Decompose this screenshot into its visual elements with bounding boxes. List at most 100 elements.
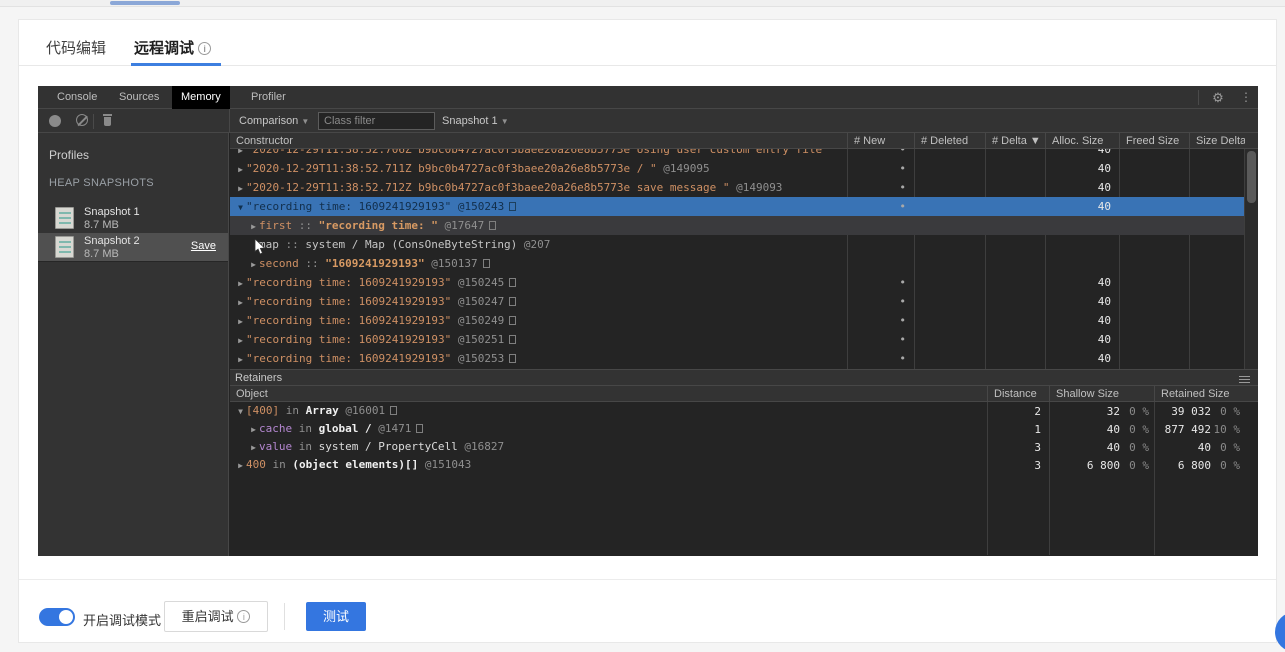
browser-top-strip <box>0 0 1285 7</box>
constructor-row[interactable]: ▶"recording time: 1609241929193" @150247… <box>230 292 1258 311</box>
alloc-size: 40 <box>1045 178 1111 197</box>
column-header[interactable]: Object <box>230 386 987 402</box>
save-link[interactable]: Save <box>191 240 216 252</box>
expand-arrow-icon[interactable]: ▶ <box>235 160 246 178</box>
record-icon[interactable] <box>49 115 61 127</box>
expand-arrow-icon[interactable]: ▶ <box>248 421 259 438</box>
test-button[interactable]: 测试 <box>306 602 366 631</box>
devtools-tab-profiler[interactable]: Profiler <box>242 86 295 109</box>
constructor-row[interactable]: ▶"recording time: 1609241929193" @150249… <box>230 311 1258 330</box>
gear-icon[interactable]: ⚙ <box>1206 86 1230 109</box>
column-header[interactable]: Constructor <box>230 133 847 149</box>
alloc-size: 40 <box>1045 149 1111 159</box>
constructor-row[interactable]: ▶"2020-12-29T11:38:52.706Z b9bc0b4727ac0… <box>230 149 1258 159</box>
tab-code-edit[interactable]: 代码编辑 <box>46 37 106 58</box>
heap-snapshots-label: HEAP SNAPSHOTS <box>49 177 154 189</box>
column-header[interactable]: Shallow Size <box>1049 386 1154 402</box>
constructor-row[interactable]: ▶"recording time: 1609241929193" @150253… <box>230 349 1258 368</box>
expand-arrow-icon[interactable]: ▶ <box>235 274 246 292</box>
vertical-scrollbar[interactable] <box>1244 149 1258 369</box>
devtools-panel: ConsoleSourcesMemory Profiler ⚙ ⋮ Compari… <box>38 86 1258 556</box>
tab-remote-debug[interactable]: 远程调试 i <box>134 37 211 58</box>
info-icon: i <box>198 42 211 55</box>
expand-arrow-icon[interactable]: ▶ <box>235 331 246 349</box>
snapshot-icon <box>55 207 74 229</box>
floating-action-button[interactable] <box>1275 612 1285 652</box>
constructor-row[interactable]: ▶second :: "1609241929193" @150137 <box>230 254 1258 273</box>
column-header[interactable]: # Delta ▼ <box>985 133 1045 149</box>
menu-icon[interactable] <box>1239 374 1250 383</box>
expand-arrow-icon[interactable]: ▶ <box>248 255 259 273</box>
devtools-tab-memory[interactable]: Memory <box>172 86 230 109</box>
retainer-row[interactable]: ▶400 in (object elements)[] @15104336 80… <box>230 456 1258 474</box>
expand-arrow-icon[interactable]: ▶ <box>235 350 246 368</box>
constructor-row[interactable]: map :: system / Map (ConsOneByteString) … <box>230 235 1258 254</box>
column-header[interactable]: Size Delta <box>1189 133 1245 149</box>
class-filter-input[interactable] <box>318 112 435 130</box>
column-header[interactable]: # New <box>847 133 914 149</box>
divider <box>284 603 285 630</box>
object-preview-icon <box>509 335 516 344</box>
new-count: • <box>847 311 906 330</box>
retained-size-value: 6 8000 % <box>1154 456 1245 475</box>
toggle-knob <box>59 610 73 624</box>
object-preview-icon <box>416 424 423 433</box>
constructor-row[interactable]: ▶"2020-12-29T11:38:52.711Z b9bc0b4727ac0… <box>230 159 1258 178</box>
constructor-row[interactable]: ▶"recording time: 1609241929193" @150251… <box>230 330 1258 349</box>
collapse-arrow-icon[interactable]: ▼ <box>235 403 246 420</box>
new-count: • <box>847 330 906 349</box>
expand-arrow-icon[interactable]: ▶ <box>235 179 246 197</box>
devtools-tab-console[interactable]: Console <box>48 86 106 109</box>
expand-arrow-icon[interactable]: ▶ <box>235 457 246 474</box>
alloc-size: 40 <box>1045 311 1111 330</box>
expand-arrow-icon[interactable]: ▶ <box>248 217 259 235</box>
new-count: • <box>847 349 906 368</box>
retainer-row[interactable]: ▼[400] in Array @160012320 %39 0320 % <box>230 402 1258 420</box>
snapshot-size: 8.7 MB <box>84 219 119 231</box>
constructor-row[interactable]: ▶"recording time: 1609241929193" @150245… <box>230 273 1258 292</box>
retainer-row[interactable]: ▶cache in global / @14711400 %877 49210 … <box>230 420 1258 438</box>
object-preview-icon <box>390 406 397 415</box>
alloc-size: 40 <box>1045 273 1111 292</box>
new-count: • <box>847 197 906 216</box>
devtools-tab-sources[interactable]: Sources <box>110 86 168 109</box>
snapshot-name: Snapshot 2 <box>84 235 140 247</box>
devtools-toolbar: Comparison ▼ Snapshot 1 ▼ <box>38 109 1258 133</box>
expand-arrow-icon[interactable]: ▶ <box>235 312 246 330</box>
column-header[interactable]: # Deleted <box>914 133 985 149</box>
new-count: • <box>847 292 906 311</box>
retained-size-value: 400 % <box>1154 438 1245 457</box>
alloc-size: 40 <box>1045 197 1111 216</box>
expand-arrow-icon[interactable]: ▶ <box>248 439 259 456</box>
snapshot-item[interactable]: Snapshot 18.7 MB <box>38 204 228 233</box>
retainers-column-header: ObjectDistanceShallow SizeRetained Size <box>230 386 1258 402</box>
snapshot-item[interactable]: Snapshot 28.7 MBSave <box>38 233 228 262</box>
column-header[interactable]: Alloc. Size <box>1045 133 1119 149</box>
column-header[interactable]: Retained Size <box>1154 386 1245 402</box>
object-preview-icon <box>483 259 490 268</box>
object-preview-icon <box>509 202 516 211</box>
clear-icon[interactable] <box>76 114 88 126</box>
retainer-row[interactable]: ▶value in system / PropertyCell @1682734… <box>230 438 1258 456</box>
expand-arrow-icon[interactable]: ▶ <box>235 293 246 311</box>
object-preview-icon <box>509 278 516 287</box>
snapshot-dropdown[interactable]: Snapshot 1 ▼ <box>442 109 509 134</box>
constructor-row[interactable]: ▶"2020-12-29T11:38:52.712Z b9bc0b4727ac0… <box>230 178 1258 197</box>
heap-grid: Constructor# New# Deleted# Delta ▼Alloc.… <box>230 133 1258 556</box>
collapse-arrow-icon[interactable]: ▼ <box>235 198 246 216</box>
column-header[interactable]: Distance <box>987 386 1049 402</box>
alloc-size: 40 <box>1045 159 1111 178</box>
debug-mode-toggle[interactable] <box>39 608 75 626</box>
trash-icon[interactable] <box>102 114 113 127</box>
comparison-dropdown[interactable]: Comparison ▼ <box>239 109 309 134</box>
devtools-tab-bar: ConsoleSourcesMemory Profiler ⚙ ⋮ <box>38 86 1258 109</box>
constructor-row[interactable]: ▶first :: "recording time: " @17647 <box>230 216 1258 235</box>
scrollbar-thumb[interactable] <box>1247 151 1256 203</box>
restart-debug-button[interactable]: 重启调试 i <box>164 601 268 632</box>
constructor-row[interactable]: ▼"recording time: 1609241929193" @150243… <box>230 197 1258 216</box>
toolbar-left <box>38 109 229 133</box>
column-header[interactable]: Freed Size <box>1119 133 1189 149</box>
more-menu-icon[interactable]: ⋮ <box>1236 86 1256 109</box>
retained-size-value: 877 49210 % <box>1154 420 1245 439</box>
expand-arrow-icon[interactable]: ▶ <box>235 149 246 159</box>
